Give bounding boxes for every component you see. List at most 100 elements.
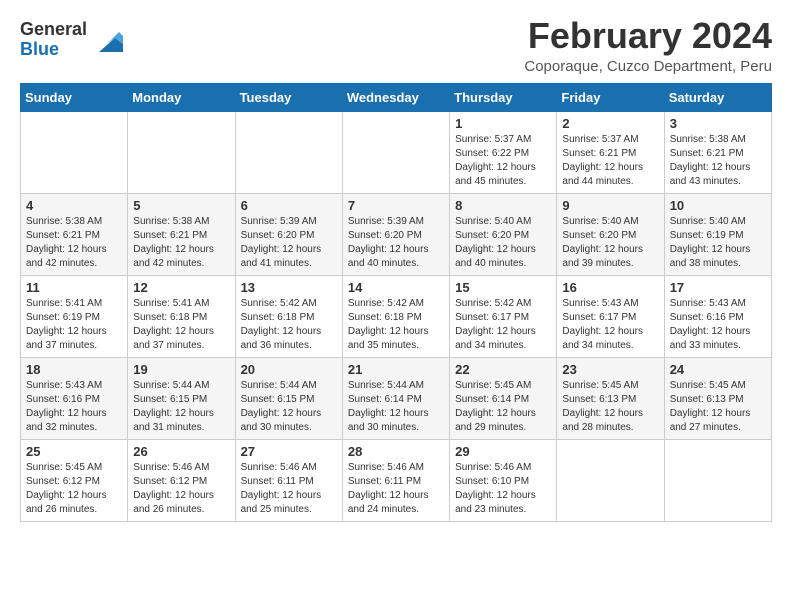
day-header-thursday: Thursday [450,83,557,111]
day-header-sunday: Sunday [21,83,128,111]
day-number: 18 [26,362,122,377]
day-number: 23 [562,362,658,377]
day-number: 3 [670,116,766,131]
day-number: 9 [562,198,658,213]
day-info: Sunrise: 5:39 AM Sunset: 6:20 PM Dayligh… [348,215,444,271]
day-info: Sunrise: 5:46 AM Sunset: 6:12 PM Dayligh… [133,461,229,517]
day-number: 21 [348,362,444,377]
day-info: Sunrise: 5:43 AM Sunset: 6:17 PM Dayligh… [562,297,658,353]
calendar-cell: 19 Sunrise: 5:44 AM Sunset: 6:15 PM Dayli… [128,357,235,439]
day-number: 22 [455,362,551,377]
calendar-cell: 11 Sunrise: 5:41 AM Sunset: 6:19 PM Dayli… [21,275,128,357]
day-info: Sunrise: 5:39 AM Sunset: 6:20 PM Dayligh… [241,215,337,271]
day-number: 12 [133,280,229,295]
day-number: 14 [348,280,444,295]
calendar-cell: 17 Sunrise: 5:43 AM Sunset: 6:16 PM Dayli… [664,275,771,357]
day-info: Sunrise: 5:43 AM Sunset: 6:16 PM Dayligh… [670,297,766,353]
calendar-cell: 15 Sunrise: 5:42 AM Sunset: 6:17 PM Dayli… [450,275,557,357]
day-info: Sunrise: 5:46 AM Sunset: 6:10 PM Dayligh… [455,461,551,517]
calendar-cell: 12 Sunrise: 5:41 AM Sunset: 6:18 PM Dayli… [128,275,235,357]
day-number: 20 [241,362,337,377]
calendar-cell: 1 Sunrise: 5:37 AM Sunset: 6:22 PM Daylig… [450,111,557,193]
day-number: 1 [455,116,551,131]
day-info: Sunrise: 5:43 AM Sunset: 6:16 PM Dayligh… [26,379,122,435]
calendar-cell: 24 Sunrise: 5:45 AM Sunset: 6:13 PM Dayli… [664,357,771,439]
day-number: 27 [241,444,337,459]
day-info: Sunrise: 5:44 AM Sunset: 6:15 PM Dayligh… [241,379,337,435]
calendar-cell [21,111,128,193]
day-info: Sunrise: 5:45 AM Sunset: 6:13 PM Dayligh… [670,379,766,435]
day-number: 28 [348,444,444,459]
day-info: Sunrise: 5:40 AM Sunset: 6:20 PM Dayligh… [455,215,551,271]
calendar-cell: 2Sunrise: 5:37 AM Sunset: 6:21 PM Daylig… [557,111,664,193]
day-number: 8 [455,198,551,213]
calendar-cell [128,111,235,193]
calendar-cell: 13 Sunrise: 5:42 AM Sunset: 6:18 PM Dayli… [235,275,342,357]
day-number: 13 [241,280,337,295]
calendar-table: SundayMondayTuesdayWednesdayThursdayFrid… [20,83,772,522]
day-number: 7 [348,198,444,213]
day-number: 17 [670,280,766,295]
day-number: 19 [133,362,229,377]
calendar-cell: 21 Sunrise: 5:44 AM Sunset: 6:14 PM Dayli… [342,357,449,439]
day-info: Sunrise: 5:46 AM Sunset: 6:11 PM Dayligh… [241,461,337,517]
calendar-week-row: 18 Sunrise: 5:43 AM Sunset: 6:16 PM Dayli… [21,357,772,439]
day-number: 15 [455,280,551,295]
day-header-wednesday: Wednesday [342,83,449,111]
calendar-cell [342,111,449,193]
calendar-week-row: 4 Sunrise: 5:38 AM Sunset: 6:21 PM Daylig… [21,193,772,275]
day-info: Sunrise: 5:41 AM Sunset: 6:18 PM Dayligh… [133,297,229,353]
day-number: 24 [670,362,766,377]
logo-general-text: General [20,20,87,40]
day-number: 4 [26,198,122,213]
calendar-cell: 3 Sunrise: 5:38 AM Sunset: 6:21 PM Daylig… [664,111,771,193]
day-info: Sunrise: 5:41 AM Sunset: 6:19 PM Dayligh… [26,297,122,353]
title-area: February 2024 Coporaque, Cuzco Departmen… [524,16,772,75]
day-info: Sunrise: 5:44 AM Sunset: 6:15 PM Dayligh… [133,379,229,435]
calendar-cell: 6 Sunrise: 5:39 AM Sunset: 6:20 PM Daylig… [235,193,342,275]
page-header: General Blue February 2024 Coporaque, Cu… [20,16,772,75]
day-info: Sunrise: 5:40 AM Sunset: 6:20 PM Dayligh… [562,215,658,271]
calendar-cell: 4 Sunrise: 5:38 AM Sunset: 6:21 PM Daylig… [21,193,128,275]
day-info: Sunrise: 5:38 AM Sunset: 6:21 PM Dayligh… [133,215,229,271]
calendar-cell: 16 Sunrise: 5:43 AM Sunset: 6:17 PM Dayli… [557,275,664,357]
day-number: 11 [26,280,122,295]
calendar-cell: 25 Sunrise: 5:45 AM Sunset: 6:12 PM Dayli… [21,439,128,521]
day-info: Sunrise: 5:46 AM Sunset: 6:11 PM Dayligh… [348,461,444,517]
day-info: Sunrise: 5:40 AM Sunset: 6:19 PM Dayligh… [670,215,766,271]
day-info: Sunrise: 5:37 AM Sunset: 6:22 PM Dayligh… [455,133,551,189]
day-info: Sunrise: 5:38 AM Sunset: 6:21 PM Dayligh… [26,215,122,271]
day-number: 6 [241,198,337,213]
day-info: Sunrise: 5:45 AM Sunset: 6:14 PM Dayligh… [455,379,551,435]
calendar-cell: 26Sunrise: 5:46 AM Sunset: 6:12 PM Dayli… [128,439,235,521]
day-number: 2 [562,116,658,131]
day-info: Sunrise: 5:44 AM Sunset: 6:14 PM Dayligh… [348,379,444,435]
calendar-cell: 22 Sunrise: 5:45 AM Sunset: 6:14 PM Dayli… [450,357,557,439]
calendar-cell [235,111,342,193]
day-number: 16 [562,280,658,295]
day-info: Sunrise: 5:38 AM Sunset: 6:21 PM Dayligh… [670,133,766,189]
day-header-monday: Monday [128,83,235,111]
day-info: Sunrise: 5:42 AM Sunset: 6:18 PM Dayligh… [241,297,337,353]
day-info: Sunrise: 5:45 AM Sunset: 6:12 PM Dayligh… [26,461,122,517]
day-number: 29 [455,444,551,459]
calendar-week-row: 11 Sunrise: 5:41 AM Sunset: 6:19 PM Dayli… [21,275,772,357]
logo-blue-text: Blue [20,40,87,60]
calendar-header-row: SundayMondayTuesdayWednesdayThursdayFrid… [21,83,772,111]
calendar-cell: 27 Sunrise: 5:46 AM Sunset: 6:11 PM Dayli… [235,439,342,521]
calendar-cell: 10 Sunrise: 5:40 AM Sunset: 6:19 PM Dayli… [664,193,771,275]
calendar-cell: 28 Sunrise: 5:46 AM Sunset: 6:11 PM Dayli… [342,439,449,521]
month-title: February 2024 [524,16,772,56]
calendar-cell: 9 Sunrise: 5:40 AM Sunset: 6:20 PM Daylig… [557,193,664,275]
calendar-cell: 18 Sunrise: 5:43 AM Sunset: 6:16 PM Dayli… [21,357,128,439]
day-number: 10 [670,198,766,213]
day-info: Sunrise: 5:42 AM Sunset: 6:17 PM Dayligh… [455,297,551,353]
calendar-week-row: 25 Sunrise: 5:45 AM Sunset: 6:12 PM Dayli… [21,439,772,521]
calendar-cell: 8 Sunrise: 5:40 AM Sunset: 6:20 PM Daylig… [450,193,557,275]
calendar-cell: 20 Sunrise: 5:44 AM Sunset: 6:15 PM Dayli… [235,357,342,439]
location-subtitle: Coporaque, Cuzco Department, Peru [524,58,772,75]
calendar-cell [664,439,771,521]
day-info: Sunrise: 5:45 AM Sunset: 6:13 PM Dayligh… [562,379,658,435]
calendar-cell [557,439,664,521]
day-number: 25 [26,444,122,459]
